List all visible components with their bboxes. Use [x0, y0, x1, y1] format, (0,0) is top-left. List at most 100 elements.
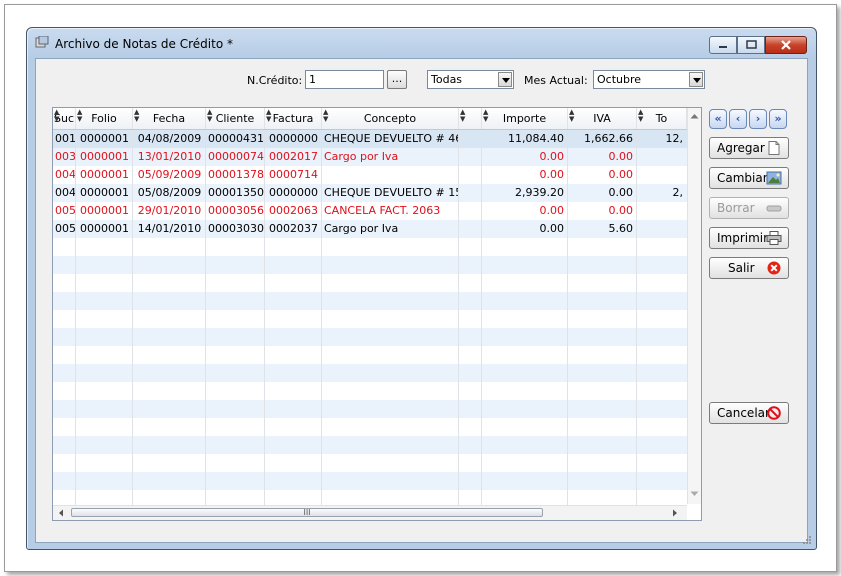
scroll-down-icon[interactable]: [690, 491, 699, 497]
table-row[interactable]: 005 0000001 29/01/2010 00003056 0002063 CANCE…: [53, 202, 687, 220]
cell-cliente: 00003056: [208, 204, 264, 217]
table-row[interactable]: [53, 292, 687, 310]
cell-iva: 0.00: [608, 186, 634, 199]
cell-importe: 2,939.20: [515, 186, 564, 199]
scroll-up-icon[interactable]: [690, 113, 699, 119]
table-row[interactable]: [53, 400, 687, 418]
cancel-icon: [767, 406, 781, 420]
column-header[interactable]: ▲ ▼ Suc: [53, 108, 76, 129]
cell-iva: 5.60: [608, 222, 634, 235]
table-row[interactable]: [53, 418, 687, 436]
next-record-button[interactable]: ›: [749, 109, 767, 129]
window-title: Archivo de Notas de Crédito *: [55, 37, 233, 51]
cell-fecha: 05/09/2009: [137, 168, 202, 181]
table-row[interactable]: [53, 310, 687, 328]
cell-importe: 0.00: [539, 168, 565, 181]
horizontal-scroll-thumb[interactable]: III: [71, 508, 543, 517]
double-chevron-right-icon: »: [774, 112, 782, 125]
cell-fecha: 04/08/2009: [137, 132, 202, 145]
minimize-button[interactable]: [709, 36, 737, 54]
table-row[interactable]: [53, 256, 687, 274]
horizontal-scrollbar[interactable]: III: [53, 505, 687, 520]
cell-iva: 0.00: [608, 168, 634, 181]
table-row[interactable]: [53, 436, 687, 454]
first-record-button[interactable]: «: [709, 109, 727, 129]
cell-importe: 0.00: [539, 150, 565, 163]
column-divider: [321, 130, 322, 506]
table-row[interactable]: [53, 472, 687, 490]
chevron-down-icon[interactable]: [498, 72, 512, 87]
cell-folio: 0000001: [80, 132, 129, 145]
column-divider: [75, 130, 76, 506]
cell-fecha: 13/01/2010: [137, 150, 202, 163]
vertical-scrollbar[interactable]: [687, 108, 701, 504]
resize-grip-icon[interactable]: [802, 535, 812, 545]
scroll-left-icon[interactable]: [58, 509, 64, 517]
column-header[interactable]: ▲ ▼ Folio: [76, 108, 133, 129]
cell-fecha: 29/01/2010: [137, 204, 202, 217]
cell-factura: 0002017: [269, 150, 318, 163]
cell-importe: 11,084.40: [508, 132, 564, 145]
table-row[interactable]: 004 0000001 05/08/2009 00001350 0000000 CHEQU…: [53, 184, 687, 202]
column-header[interactable]: ▲ ▼ Importe: [482, 108, 568, 129]
imprimir-button[interactable]: Imprimir: [709, 227, 789, 249]
table-body[interactable]: 001 0000001 04/08/2009 00000431 0000000 CHEQU…: [53, 130, 687, 506]
column-header[interactable]: ▲ ▼: [459, 108, 482, 129]
credito-input[interactable]: 1: [305, 70, 384, 89]
sort-icon: ▲ ▼: [134, 108, 140, 123]
title-bar[interactable]: Archivo de Notas de Crédito *: [27, 28, 816, 57]
cambiar-label: Cambiar: [717, 171, 768, 185]
picture-icon: [766, 171, 782, 185]
cell-total: [637, 202, 687, 220]
cambiar-button[interactable]: Cambiar: [709, 167, 789, 189]
borrar-label: Borrar: [717, 201, 755, 215]
cell-importe: 0.00: [539, 222, 565, 235]
table-row[interactable]: [53, 382, 687, 400]
column-divider: [481, 130, 482, 506]
table-row[interactable]: [53, 364, 687, 382]
table-row[interactable]: [53, 238, 687, 256]
column-header-label: Factura: [272, 112, 314, 125]
table-row[interactable]: [53, 346, 687, 364]
cell-total: 12,: [665, 132, 684, 145]
last-record-button[interactable]: »: [769, 109, 787, 129]
close-icon: [781, 40, 791, 50]
column-header[interactable]: ▲ ▼ Concepto: [322, 108, 459, 129]
borrar-button[interactable]: Borrar: [709, 197, 789, 219]
cell-concepto: CHEQUE DEVUELTO # 4686: [324, 132, 459, 145]
table-row[interactable]: 004 0000001 05/09/2009 00001378 0000714 0.00 0…: [53, 166, 687, 184]
cell-total: [637, 148, 687, 166]
column-header[interactable]: ▲ ▼ To: [637, 108, 687, 129]
status-select[interactable]: Todas: [427, 70, 514, 89]
cell-folio: 0000001: [80, 222, 129, 235]
previous-record-button[interactable]: ‹: [729, 109, 747, 129]
maximize-button[interactable]: [737, 36, 765, 54]
salir-button[interactable]: Salir: [709, 257, 789, 279]
table-row[interactable]: 003 0000001 13/01/2010 00000074 0002017 Cargo…: [53, 148, 687, 166]
mes-select[interactable]: Octubre: [593, 70, 705, 89]
column-header-label: Concepto: [363, 112, 417, 125]
agregar-button[interactable]: Agregar: [709, 137, 789, 159]
table-row[interactable]: [53, 328, 687, 346]
column-header[interactable]: ▲ ▼ Fecha: [133, 108, 206, 129]
cell-concepto: CANCELA FACT. 2063: [324, 204, 441, 217]
table-row[interactable]: 005 0000001 14/01/2010 00003030 0002037 Cargo…: [53, 220, 687, 238]
credit-notes-table[interactable]: ▲ ▼ Suc ▲ ▼ Folio ▲ ▼ Fecha ▲ ▼ Cliente ▲ ▼ Factu…: [52, 107, 702, 521]
column-header[interactable]: ▲ ▼ IVA: [568, 108, 637, 129]
scroll-right-icon[interactable]: [672, 509, 678, 517]
chevron-left-icon: ‹: [735, 112, 741, 125]
table-row[interactable]: 001 0000001 04/08/2009 00000431 0000000 CHEQU…: [53, 130, 687, 148]
cell-fecha: 05/08/2009: [137, 186, 202, 199]
table-row[interactable]: [53, 274, 687, 292]
table-row[interactable]: [53, 454, 687, 472]
chevron-down-icon[interactable]: [689, 72, 703, 87]
close-window-button[interactable]: [765, 36, 807, 54]
agregar-label: Agregar: [717, 141, 765, 155]
column-header[interactable]: ▲ ▼ Cliente: [206, 108, 265, 129]
column-divider: [636, 130, 637, 506]
column-header[interactable]: ▲ ▼ Factura: [265, 108, 322, 129]
cancelar-button[interactable]: Cancelar: [709, 402, 789, 424]
sort-icon: ▲ ▼: [483, 108, 489, 123]
sort-icon: ▲ ▼: [323, 108, 329, 123]
browse-button[interactable]: ...: [387, 70, 407, 89]
